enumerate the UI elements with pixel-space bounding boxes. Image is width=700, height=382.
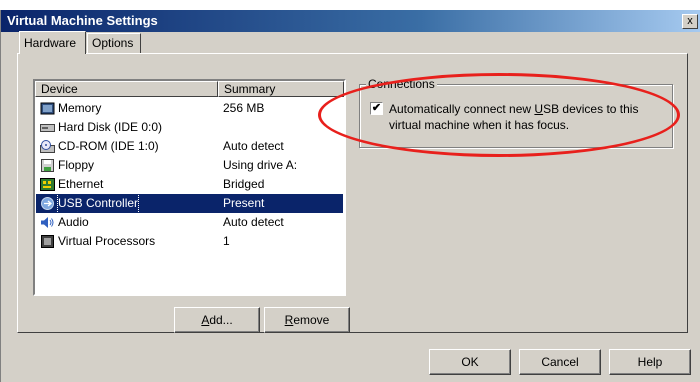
device-name: Ethernet xyxy=(58,177,104,191)
device-name: USB Controller xyxy=(56,193,140,214)
checkmark-icon: ✔ xyxy=(371,102,382,114)
device-list[interactable]: Device Summary Memory 256 MB Hard Disk (… xyxy=(33,79,346,296)
memory-icon xyxy=(40,102,55,115)
column-header-summary[interactable]: Summary xyxy=(218,81,344,97)
column-header-device[interactable]: Device xyxy=(35,81,218,97)
ok-button[interactable]: OK xyxy=(429,349,511,375)
device-summary: Present xyxy=(223,196,265,210)
device-summary: Auto detect xyxy=(223,139,284,153)
device-name: Hard Disk (IDE 0:0) xyxy=(58,120,163,134)
window-title: Virtual Machine Settings xyxy=(7,13,158,28)
cancel-button[interactable]: Cancel xyxy=(519,349,601,375)
device-list-header: Device Summary xyxy=(35,81,344,97)
tab-hardware[interactable]: Hardware xyxy=(19,31,86,54)
tab-options[interactable]: Options xyxy=(87,33,141,53)
audio-icon xyxy=(41,217,54,228)
device-summary: 256 MB xyxy=(223,101,265,115)
device-name: Floppy xyxy=(58,158,95,172)
device-summary: Bridged xyxy=(223,177,265,191)
ethernet-icon xyxy=(40,178,55,191)
close-icon[interactable]: x xyxy=(682,14,698,29)
help-button[interactable]: Help xyxy=(609,349,691,375)
device-summary: Auto detect xyxy=(223,215,284,229)
connections-group-label: Connections xyxy=(366,77,437,91)
hard-disk-icon xyxy=(40,124,55,132)
device-row-hard-disk[interactable]: Hard Disk (IDE 0:0) xyxy=(36,118,343,137)
add-button[interactable]: Add... xyxy=(174,307,260,333)
device-row-ethernet[interactable]: Ethernet Bridged xyxy=(36,175,343,194)
device-name: Memory xyxy=(58,101,102,115)
device-summary: Using drive A: xyxy=(223,158,298,172)
cdrom-icon xyxy=(40,140,55,153)
device-row-virtual-processors[interactable]: Virtual Processors 1 xyxy=(36,232,343,251)
device-row-floppy[interactable]: Floppy Using drive A: xyxy=(36,156,343,175)
processor-icon xyxy=(41,235,54,248)
auto-connect-usb-label[interactable]: Automatically connect new USB devices to… xyxy=(389,101,659,133)
device-row-memory[interactable]: Memory 256 MB xyxy=(36,99,343,118)
floppy-icon xyxy=(41,159,54,172)
title-bar[interactable]: Virtual Machine Settings x xyxy=(1,10,700,32)
auto-connect-usb-checkbox[interactable]: ✔ xyxy=(370,102,383,115)
usb-icon xyxy=(41,197,54,210)
device-name: Audio xyxy=(58,215,89,229)
remove-button[interactable]: Remove xyxy=(264,307,350,333)
device-row-usb-controller[interactable]: USB Controller Present xyxy=(36,193,343,214)
device-name: CD-ROM (IDE 1:0) xyxy=(58,139,159,153)
device-summary: 1 xyxy=(223,234,230,248)
device-name: Virtual Processors xyxy=(58,234,156,248)
device-row-cdrom[interactable]: CD-ROM (IDE 1:0) Auto detect xyxy=(36,137,343,156)
device-row-audio[interactable]: Audio Auto detect xyxy=(36,213,343,232)
